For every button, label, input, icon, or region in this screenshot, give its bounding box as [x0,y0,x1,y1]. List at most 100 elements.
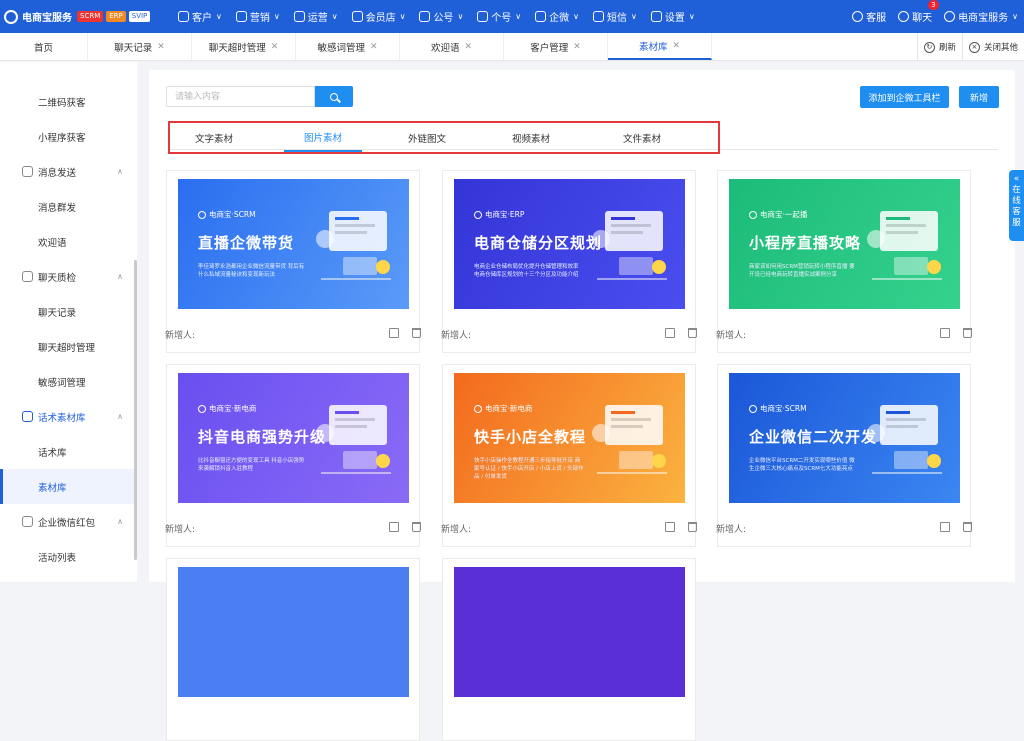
nav-official-account[interactable]: 公号 ∨ [419,9,463,24]
banner-brand: 电商宝·SCRM [749,403,807,414]
close-icon[interactable]: ✕ [271,42,279,52]
tab-home[interactable]: 首页 [0,33,88,60]
trash-icon[interactable] [963,328,972,338]
material-image[interactable] [178,567,409,697]
chevron-down-icon: ∨ [399,12,406,21]
sidebar-item-sensitive-words[interactable]: 敏感词管理 [0,364,137,399]
banner-title: 电商仓储分区规划 [474,234,603,252]
trash-icon[interactable] [688,522,697,532]
close-others-button[interactable]: × 关闭其他 [961,33,1024,61]
sidebar: 二维码获客 小程序获客 消息发送 ∧ 消息群发 欢迎语 聊天质检 ∧ 聊天记录 聊天… [0,62,137,582]
trash-icon[interactable] [412,328,421,338]
tab-material-library[interactable]: 素材库 ✕ [608,33,712,60]
nav-sms[interactable]: 短信 ∨ [593,9,637,24]
sidebar-item-material-library[interactable]: 素材库 [0,469,137,504]
edit-icon[interactable] [389,522,399,532]
chat-button[interactable]: 聊天 3 [898,0,939,24]
tab-welcome[interactable]: 欢迎语 ✕ [400,33,504,60]
sidebar-item-activity-list[interactable]: 活动列表 [0,539,137,574]
nav-member-store[interactable]: 会员店 ∨ [351,9,406,24]
material-image[interactable]: 电商宝·ERP 电商仓储分区规划 电商企业仓储布局优化提升仓储管理和效率 电商仓储库… [454,179,685,309]
search-input[interactable] [166,86,315,107]
material-card[interactable]: 电商宝·SCRM 直播企微带货 李佳琦罗永浩都用企业微信流量带货 背后有什么私域流量… [165,170,421,353]
refresh-button[interactable]: ↻ 刷新 [916,33,962,61]
tab-sensitive-words[interactable]: 敏感词管理 ✕ [296,33,400,60]
chevron-up-icon: ∧ [117,167,123,176]
sidebar-item-miniprogram[interactable]: 小程序获客 [0,119,137,154]
online-service-tab[interactable]: «在线客服 [1009,170,1024,241]
sidebar-item-mass-message[interactable]: 消息群发 [0,189,137,224]
nav-operations[interactable]: 运营 ∨ [293,9,338,24]
material-card[interactable] [166,558,420,741]
sidebar-item-chat-timeout[interactable]: 聊天超时管理 [0,329,137,364]
customer-icon [178,11,189,22]
sidebar-group-red-packet[interactable]: 企业微信红包 ∧ [0,504,137,539]
tab-text-material[interactable]: 文字素材 [175,123,253,152]
edit-icon[interactable] [940,522,950,532]
edit-icon[interactable] [389,328,399,338]
material-image[interactable]: 电商宝·SCRM 直播企微带货 李佳琦罗永浩都用企业微信流量带货 背后有什么私域流量… [178,179,409,309]
sidebar-item-chat-records[interactable]: 聊天记录 [0,294,137,329]
material-image[interactable]: 电商宝·一起播 小程序直播攻略 商家该如何用SCRM营销玩转小程序直播 要开设已经电… [729,179,960,309]
material-image[interactable]: 电商宝·新电商 抖音电商强势升级 比抖音橱窗还方便的变现工具 抖音小店强势来袭解锁抖… [178,373,409,503]
user-menu[interactable]: 电商宝服务 ∨ [944,9,1018,24]
chevron-down-icon: ∨ [457,12,464,21]
message-icon [22,166,33,177]
banner-subtitle: 比抖音橱窗还方便的变现工具 抖音小店强势来袭解锁抖音入驻教程 [198,458,305,472]
close-icon[interactable]: ✕ [370,42,378,52]
close-icon[interactable]: ✕ [157,42,165,52]
nav-wecom[interactable]: 企微 ∨ [535,9,579,24]
nav-settings[interactable]: 设置 ∨ [650,9,695,24]
illustration-icon [316,405,391,474]
material-card[interactable]: 电商宝·ERP 电商仓储分区规划 电商企业仓储布局优化提升仓储管理和效率 电商仓储库… [441,170,697,353]
tab-video-material[interactable]: 视频素材 [492,123,570,152]
add-to-toolbar-button[interactable]: 添加到企微工具栏 [860,86,949,108]
edit-icon[interactable] [665,522,675,532]
chevron-up-icon: ∧ [117,412,123,421]
illustration-icon [867,405,942,474]
close-icon[interactable]: ✕ [464,42,472,52]
nav-customer[interactable]: 客户 ∨ [178,9,222,24]
material-image[interactable]: 电商宝·SCRM 企业微信二次开发 企业微信平台SCRM二开发实现哪些价值 微生企微… [729,373,960,503]
new-button[interactable]: 新增 [959,86,999,108]
trash-icon[interactable] [963,522,972,532]
close-icon[interactable]: ✕ [672,41,680,51]
edit-icon[interactable] [940,328,950,338]
nav-personal-account[interactable]: 个号 ∨ [477,9,521,24]
sidebar-group-quality[interactable]: 聊天质检 ∧ [0,259,137,294]
brand[interactable]: 电商宝服务 SCRM ERP SVIP [0,9,178,24]
sidebar-item-welcome[interactable]: 欢迎语 [0,224,137,259]
edit-icon[interactable] [665,328,675,338]
badge-svip: SVIP [128,11,151,22]
banner-title: 抖音电商强势升级 [198,428,327,446]
sidebar-group-messaging[interactable]: 消息发送 ∧ [0,154,137,189]
material-image[interactable]: 电商宝·新电商 快手小店全教程 快手小店操作全教程开通三步指导批开店 商家号认证 /… [454,373,685,503]
material-card[interactable]: 电商宝·SCRM 企业微信二次开发 企业微信平台SCRM二开发实现哪些价值 微生企微… [716,364,972,547]
search-button[interactable] [315,86,353,107]
close-icon[interactable]: ✕ [573,42,581,52]
sidebar-item-script-lib[interactable]: 话术库 [0,434,137,469]
red-packet-icon [22,516,33,527]
sidebar-item-qrcode[interactable]: 二维码获客 [0,84,137,119]
chevron-down-icon: ∨ [688,12,695,21]
trash-icon[interactable] [412,522,421,532]
customer-service-button[interactable]: 客服 [852,9,886,24]
refresh-icon: ↻ [923,41,935,53]
tab-file-material[interactable]: 文件素材 [603,123,681,152]
material-card[interactable] [442,558,696,741]
tab-chat-records[interactable]: 聊天记录 ✕ [88,33,192,60]
trash-icon[interactable] [688,328,697,338]
tab-customer-mgmt[interactable]: 客户管理 ✕ [504,33,608,60]
material-card[interactable]: 电商宝·一起播 小程序直播攻略 商家该如何用SCRM营销玩转小程序直播 要开设已经电… [716,170,972,353]
tab-image-material[interactable]: 图片素材 [284,123,362,152]
tab-link-article[interactable]: 外链图文 [388,123,466,152]
material-card[interactable]: 电商宝·新电商 快手小店全教程 快手小店操作全教程开通三步指导批开店 商家号认证 /… [441,364,697,547]
material-card[interactable]: 电商宝·新电商 抖音电商强势升级 比抖音橱窗还方便的变现工具 抖音小店强势来袭解锁抖… [165,364,421,547]
tab-chat-timeout[interactable]: 聊天超时管理 ✕ [192,33,296,60]
top-right-tools: 客服 聊天 3 电商宝服务 ∨ [840,0,1018,33]
material-image[interactable] [454,567,685,697]
nav-marketing[interactable]: 营销 ∨ [235,9,280,24]
brand-logo-icon [474,210,482,219]
sidebar-scrollbar[interactable] [134,260,137,560]
sidebar-group-script-library[interactable]: 话术素材库 ∧ [0,399,137,434]
